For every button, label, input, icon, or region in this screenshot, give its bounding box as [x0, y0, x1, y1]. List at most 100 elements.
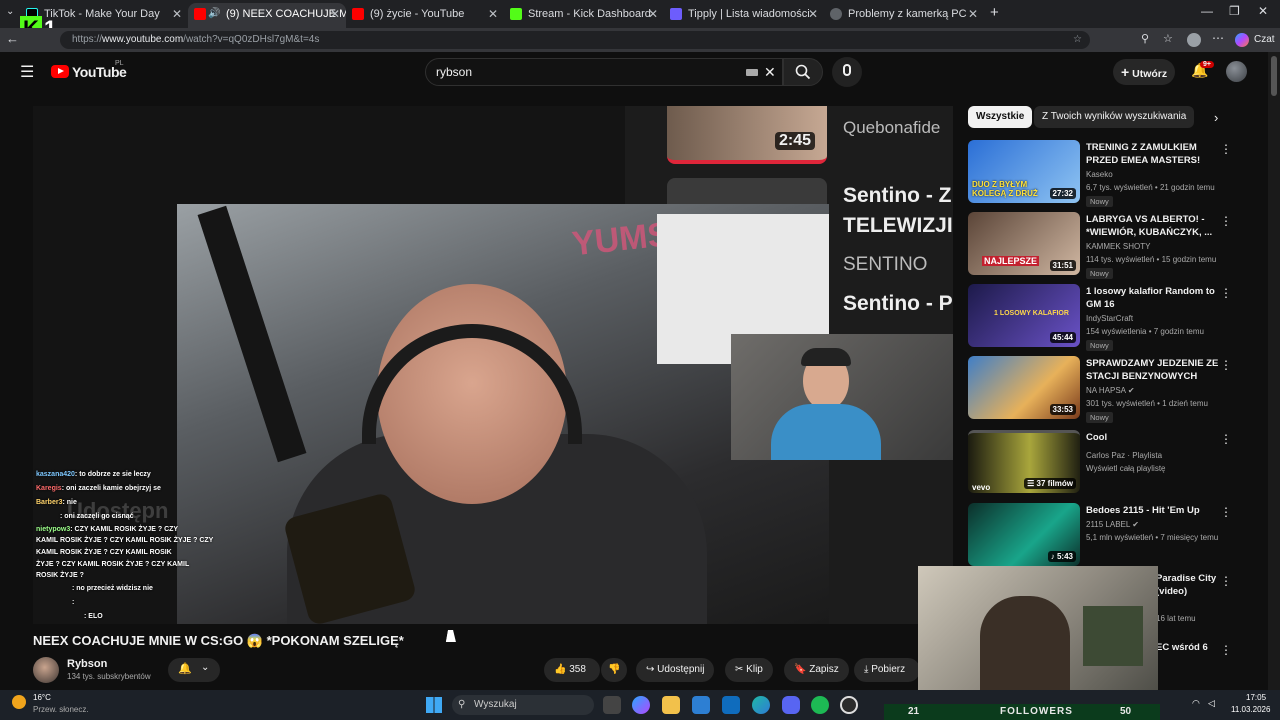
- clip-button[interactable]: ✂ Klip: [725, 658, 773, 682]
- like-button[interactable]: 👍 358: [544, 658, 600, 682]
- verified-icon: ✔: [1127, 386, 1135, 395]
- save-button[interactable]: 🔖 Zapisz: [784, 658, 849, 682]
- recommended-video[interactable]: 1 LOSOWY KALAFIOR 45:44 1 losowy kalafio…: [968, 284, 1260, 351]
- store-icon[interactable]: [692, 696, 710, 714]
- chat-msg: :: [72, 599, 75, 606]
- dislike-button[interactable]: 👎: [601, 658, 627, 682]
- share-button[interactable]: ↪ Udostępnij: [636, 658, 715, 682]
- more-icon[interactable]: ⋯: [1212, 31, 1224, 45]
- bookmark-star-icon[interactable]: ☆: [1073, 31, 1082, 49]
- edge-icon[interactable]: [752, 696, 770, 714]
- recommended-video[interactable]: NAJLEPSZE 31:51 LABRYGA VS ALBERTO! - *W…: [968, 212, 1260, 279]
- tab-tipply[interactable]: Tipply | Lista wiadomości ✕: [664, 3, 824, 28]
- recommended-video[interactable]: ♪ 5:43 Bedoes 2115 - Hit 'Em Up 2115 LAB…: [968, 503, 1260, 569]
- clear-search-icon[interactable]: ✕: [764, 59, 776, 85]
- wifi-icon[interactable]: ◠: [1192, 698, 1200, 709]
- more-vert-icon[interactable]: ⋮: [1220, 574, 1232, 588]
- close-tab-icon[interactable]: ✕: [968, 3, 978, 25]
- kick-icon: [510, 8, 522, 20]
- tab-search-chevron-icon[interactable]: ⌄: [6, 6, 14, 17]
- extensions-icon[interactable]: ⚲: [1141, 32, 1149, 45]
- taskbar-search-input[interactable]: ⚲ Wyszukaj: [452, 695, 594, 715]
- scroll-thumb[interactable]: [1271, 56, 1277, 96]
- tab-youtube-zycie[interactable]: (9) życie - YouTube ✕: [346, 3, 504, 28]
- account-avatar[interactable]: [1226, 61, 1247, 82]
- weather-icon[interactable]: [12, 695, 26, 709]
- chips-next-icon[interactable]: ›: [1214, 110, 1218, 125]
- rec-title: EC wśród 6: [1156, 642, 1208, 653]
- copilot-taskbar-icon[interactable]: [632, 696, 650, 714]
- speaker-icon[interactable]: 🔊: [208, 3, 220, 25]
- favorites-icon[interactable]: ☆: [1163, 32, 1173, 45]
- thumb-text: 1 LOSOWY KALAFIOR: [994, 310, 1069, 317]
- rec-meta: 114 tys. wyświetleń • 15 godzin temu: [1086, 255, 1217, 264]
- youtube-play-icon: [51, 65, 69, 78]
- file-explorer-icon[interactable]: [662, 696, 680, 714]
- new-tab-button[interactable]: +: [990, 4, 999, 21]
- channel-name[interactable]: Rybson: [67, 658, 107, 670]
- chat-line: kaszana420: to dobrze ze sie leczy: [36, 471, 151, 478]
- page-scrollbar[interactable]: [1268, 52, 1280, 690]
- profile-avatar[interactable]: [1187, 33, 1201, 47]
- close-tab-icon[interactable]: ✕: [808, 3, 818, 25]
- search-input[interactable]: rybson ✕: [425, 58, 783, 86]
- minimize-icon[interactable]: —: [1201, 4, 1213, 18]
- tab-youtube-neex[interactable]: 🔊 (9) NEEX COACHUJE MNIE W ✕: [188, 3, 346, 28]
- verified-icon: ✔: [1132, 520, 1139, 529]
- windows-start-icon[interactable]: [426, 697, 442, 713]
- search-button[interactable]: [783, 58, 823, 86]
- address-bar[interactable]: https://www.youtube.com/watch?v=qQ0zDHsl…: [60, 31, 1090, 49]
- share-label: Udostępnij: [657, 664, 705, 675]
- video-player[interactable]: 2:45 Quebonafide Sentino - Z TELEWIZJI S…: [33, 106, 953, 624]
- chat-label[interactable]: Czat: [1254, 34, 1275, 45]
- download-button[interactable]: ⤓ Pobierz: [854, 658, 920, 682]
- more-vert-icon[interactable]: ⋮: [1220, 643, 1232, 657]
- weather-desc[interactable]: Przew. słonecz.: [33, 705, 89, 714]
- obs-icon[interactable]: [840, 696, 858, 714]
- channel-avatar[interactable]: [33, 657, 59, 683]
- recommended-video[interactable]: DUO Z BYŁYM KOLEGĄ Z DRUŻ 27:32 TRENING …: [968, 140, 1260, 207]
- tab-kick-dashboard[interactable]: Stream - Kick Dashboard ✕: [504, 3, 664, 28]
- subscribed-bell-button[interactable]: 🔔 ⌄: [168, 658, 220, 682]
- view-playlist-link[interactable]: Wyświetl całą playlistę: [1086, 464, 1166, 473]
- duration: 27:32: [1049, 188, 1076, 199]
- volume-icon[interactable]: ◁: [1208, 698, 1215, 709]
- close-tab-icon[interactable]: ✕: [330, 3, 340, 25]
- clock-time[interactable]: 17:05: [1246, 693, 1266, 702]
- recommended-playlist[interactable]: vevo ☰ 37 filmów Cool Carlos Paz · Playl…: [968, 430, 1260, 496]
- chip-all[interactable]: Wszystkie: [968, 106, 1033, 128]
- hamburger-menu-icon[interactable]: ☰: [20, 62, 34, 82]
- close-tab-icon[interactable]: ✕: [488, 3, 498, 25]
- chip-from-search[interactable]: Z Twoich wyników wyszukiwania: [1034, 106, 1195, 128]
- new-badge: Nowy: [1086, 268, 1113, 279]
- outlook-icon[interactable]: [722, 696, 740, 714]
- more-vert-icon[interactable]: ⋮: [1220, 358, 1232, 372]
- close-tab-icon[interactable]: ✕: [648, 3, 658, 25]
- more-vert-icon[interactable]: ⋮: [1220, 432, 1232, 446]
- more-vert-icon[interactable]: ⋮: [1220, 286, 1232, 300]
- create-button[interactable]: + Utwórz: [1113, 59, 1175, 85]
- voice-search-button[interactable]: [832, 57, 862, 87]
- task-view-icon[interactable]: [603, 696, 621, 714]
- more-vert-icon[interactable]: ⋮: [1220, 505, 1232, 519]
- rec-meta: 301 tys. wyświetleń • 1 dzień temu: [1086, 399, 1208, 408]
- tab-problemy-kamerka[interactable]: Problemy z kamerką PC ✕: [824, 3, 984, 28]
- rec-channel: IndyStarCraft: [1086, 314, 1134, 323]
- back-icon[interactable]: ←: [6, 31, 19, 46]
- weather-temp[interactable]: 16°C: [33, 693, 51, 702]
- clock-date[interactable]: 11.03.2026: [1231, 705, 1270, 714]
- restore-icon[interactable]: ❐: [1229, 4, 1240, 18]
- spotify-icon[interactable]: [811, 696, 829, 714]
- discord-icon[interactable]: [782, 696, 800, 714]
- recommended-video[interactable]: 33:53 SPRAWDZAMY JEDZENIE ZE STACJI BENZ…: [968, 356, 1260, 423]
- more-vert-icon[interactable]: ⋮: [1220, 214, 1232, 228]
- close-tab-icon[interactable]: ✕: [172, 3, 182, 25]
- close-window-icon[interactable]: ✕: [1258, 4, 1268, 18]
- keyboard-icon[interactable]: [746, 69, 758, 76]
- save-label: Zapisz: [809, 664, 839, 675]
- download-label: Pobierz: [871, 664, 906, 675]
- more-vert-icon[interactable]: ⋮: [1220, 142, 1232, 156]
- duration: 45:44: [1049, 332, 1076, 343]
- chat-line: Barber3: nie: [36, 499, 77, 506]
- copilot-icon[interactable]: [1235, 33, 1249, 47]
